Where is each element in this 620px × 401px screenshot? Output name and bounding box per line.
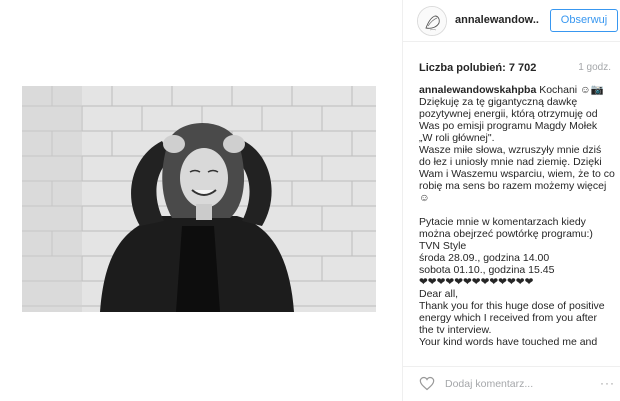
post-footer: ··· [403, 366, 620, 401]
caption-line: Your kind words have touched me and [419, 336, 598, 348]
comment-input[interactable] [445, 376, 575, 392]
more-options-icon[interactable]: ··· [600, 376, 615, 390]
caption-first-line-text: Kochani ☺📷 [536, 84, 604, 96]
caption-line: Thank you for this huge dose of positive [419, 300, 605, 312]
caption-line: TVN Style [419, 240, 467, 252]
caption-line [419, 204, 617, 216]
avatar[interactable] [417, 6, 447, 36]
likes-row: Liczba polubień: 7 702 1 godz. [419, 62, 615, 76]
caption-author[interactable]: annalewandowskahpba [419, 84, 536, 96]
photo-illustration [22, 86, 376, 312]
caption-line: sobota 01.10., godzina 15.45 [419, 264, 555, 276]
caption-line: do łez i uniosły mnie nad ziemię. Dzięki [419, 156, 602, 168]
caption-line: ❤❤❤❤❤❤❤❤❤❤❤❤❤ [419, 276, 534, 288]
caption-line: Wasze miłe słowa, wzruszyły mnie dziś [419, 144, 602, 156]
caption-lines: Dziękuję za tę gigantyczną dawkę pozytywn… [419, 96, 617, 348]
post-caption: annalewandowskahpba Kochani ☺📷 Dziękuję … [419, 84, 617, 362]
caption-line: Was po emisji programu Magdy Mołek [419, 120, 598, 132]
caption-line: Dziękuję za tę gigantyczną dawkę [419, 96, 578, 108]
post-media-area [0, 0, 402, 401]
caption-line: środa 28.09., godzina 14.00 [419, 252, 550, 264]
caption-line: „W roli głównej". [419, 132, 495, 144]
caption-line: ☺ [419, 192, 430, 204]
post-photo[interactable] [22, 86, 376, 312]
caption-line: robię ma sens bo razem możemy więcej [419, 180, 607, 192]
caption-line: można obejrzeć powtórkę programu:) [419, 228, 593, 240]
heart-icon[interactable] [419, 376, 435, 391]
caption-first-line: annalewandowskahpba Kochani ☺📷 [419, 84, 617, 96]
caption-line: the tv interview. [419, 324, 492, 336]
post-sidebar: annalewandow... Obserwuj Liczba polubień… [402, 0, 620, 401]
caption-line: energy which I received from you after [419, 312, 597, 324]
post-username[interactable]: annalewandow... [455, 14, 539, 26]
caption-line: Pytacie mnie w komentarzach kiedy [419, 216, 586, 228]
likes-count[interactable]: Liczba polubień: 7 702 [419, 62, 536, 74]
avatar-image [418, 7, 446, 35]
caption-line: Dear all, [419, 288, 459, 300]
post-time[interactable]: 1 godz. [578, 62, 611, 73]
follow-button[interactable]: Obserwuj [550, 9, 618, 32]
caption-line: Wam i Waszemu wsparciu, wiem, że to co [419, 168, 615, 180]
caption-line: pozytywnej energii, którą otrzymuję od [419, 108, 598, 120]
post-header: annalewandow... Obserwuj [403, 0, 620, 42]
